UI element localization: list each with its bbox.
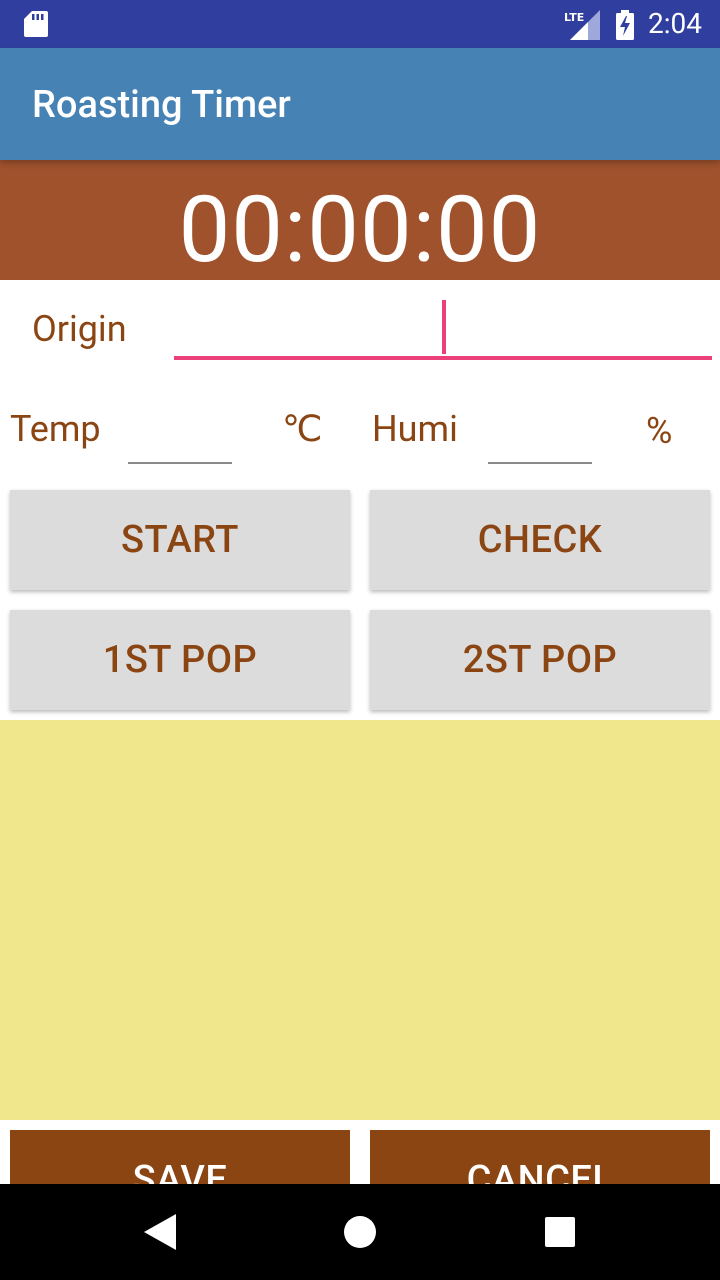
back-icon[interactable]: [144, 1214, 176, 1250]
humi-label: Humi: [372, 408, 458, 450]
app-bar: Roasting Timer: [0, 48, 720, 160]
timer-display: 00:00:00: [178, 177, 542, 284]
humi-unit-label: %: [646, 410, 673, 452]
status-bar: LTE 2:04: [0, 0, 720, 48]
temp-unit-label: ℃: [282, 408, 323, 450]
temp-label: Temp: [10, 408, 101, 450]
lte-signal-icon: LTE: [564, 10, 600, 40]
roast-log-area[interactable]: [0, 720, 720, 1120]
recents-icon[interactable]: [545, 1217, 575, 1247]
battery-charging-icon: [616, 10, 634, 40]
navigation-bar: [0, 1184, 720, 1280]
temp-input[interactable]: [128, 444, 232, 464]
app-title: Roasting Timer: [32, 83, 291, 127]
sd-card-icon: [24, 11, 48, 37]
check-button[interactable]: CHECK: [370, 490, 710, 590]
first-pop-button[interactable]: 1ST POP: [10, 610, 350, 710]
home-icon[interactable]: [344, 1216, 376, 1248]
origin-input[interactable]: [174, 300, 712, 360]
text-cursor: [442, 300, 446, 354]
origin-label: Origin: [32, 308, 127, 350]
second-pop-button[interactable]: 2ST POP: [370, 610, 710, 710]
status-clock: 2:04: [648, 7, 702, 40]
start-button[interactable]: START: [10, 490, 350, 590]
humi-input[interactable]: [488, 444, 592, 464]
timer-panel: 00:00:00: [0, 160, 720, 284]
svg-text:LTE: LTE: [564, 11, 584, 24]
